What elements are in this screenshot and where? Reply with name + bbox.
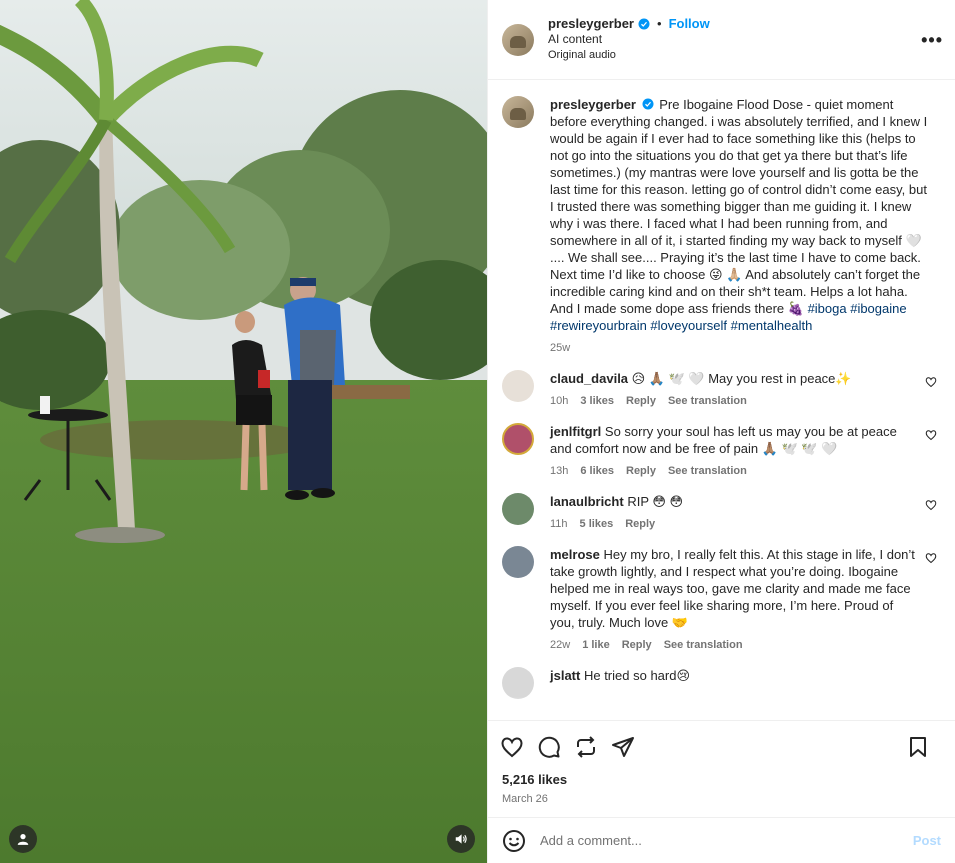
original-audio-link[interactable]: Original audio <box>548 49 710 63</box>
post-header: presleygerber • Follow AI content Origin… <box>488 0 955 80</box>
comment-icon[interactable] <box>537 735 561 759</box>
heart-icon[interactable] <box>500 735 524 759</box>
verified-icon <box>638 18 650 30</box>
action-bar <box>488 720 955 772</box>
post-comment-button[interactable]: Post <box>913 833 941 848</box>
audio-toggle-button[interactable] <box>447 825 475 853</box>
comment-item: jslatt He tried so hard😢 <box>502 667 941 699</box>
comment-username[interactable]: jenlfitgrl <box>550 424 601 439</box>
post-caption: presleygerber Pre Ibogaine Flood Dose - … <box>502 96 941 354</box>
comment-likes[interactable]: 1 like <box>582 639 610 651</box>
commenter-avatar[interactable] <box>502 423 534 455</box>
comment-likes[interactable]: 3 likes <box>580 395 614 407</box>
ai-content-label[interactable]: AI content <box>548 32 710 47</box>
user-tag-button[interactable] <box>9 825 37 853</box>
post-media-video[interactable] <box>0 0 487 863</box>
caption-timestamp[interactable]: 25w <box>550 342 570 354</box>
comment-username[interactable]: claud_davila <box>550 371 628 386</box>
scroll-fade <box>488 696 955 720</box>
commenter-avatar[interactable] <box>502 546 534 578</box>
caption-body: presleygerber Pre Ibogaine Flood Dose - … <box>550 96 930 334</box>
caption-author-avatar[interactable] <box>502 96 534 128</box>
video-frame-image <box>0 0 487 863</box>
post-dialog: presleygerber • Follow AI content Origin… <box>0 0 955 863</box>
more-icon[interactable]: ••• <box>921 30 943 51</box>
comment-composer: Add a comment... Post <box>488 817 955 863</box>
heart-icon[interactable] <box>925 499 937 511</box>
audio-icon <box>455 834 467 844</box>
post-side-panel: presleygerber • Follow AI content Origin… <box>487 0 955 863</box>
heart-icon[interactable] <box>925 429 937 441</box>
emoji-icon[interactable] <box>502 829 526 853</box>
bookmark-icon[interactable] <box>906 735 930 759</box>
verified-icon <box>642 98 654 110</box>
comment-item: jenlfitgrl So sorry your soul has left u… <box>502 423 941 477</box>
comment-time[interactable]: 13h <box>550 465 568 477</box>
caption-text: Pre Ibogaine Flood Dose - quiet moment b… <box>550 97 928 316</box>
separator-dot: • <box>657 16 662 31</box>
comment-text: 😥 🙏🏽 🕊️ 🤍 May you rest in peace✨ <box>631 371 852 386</box>
reply-button[interactable]: Reply <box>626 395 656 407</box>
user-tag-icon <box>17 834 29 845</box>
comment-input[interactable]: Add a comment... <box>540 833 642 848</box>
send-icon[interactable] <box>611 735 635 759</box>
commenter-avatar[interactable] <box>502 667 534 699</box>
author-username[interactable]: presleygerber <box>548 16 634 32</box>
comment-username[interactable]: jslatt <box>550 668 580 683</box>
reply-button[interactable]: Reply <box>622 639 652 651</box>
comment-time[interactable]: 11h <box>550 518 568 530</box>
comment-text: Hey my bro, I really felt this. At this … <box>550 547 915 630</box>
reply-button[interactable]: Reply <box>626 465 656 477</box>
commenter-avatar[interactable] <box>502 493 534 525</box>
heart-icon[interactable] <box>925 376 937 388</box>
comment-item: melrose Hey my bro, I really felt this. … <box>502 546 941 651</box>
caption-username[interactable]: presleygerber <box>550 97 636 112</box>
comment-text: He tried so hard😢 <box>583 668 691 683</box>
heart-icon[interactable] <box>925 552 937 564</box>
comment-username[interactable]: melrose <box>550 547 600 562</box>
follow-button[interactable]: Follow <box>669 16 710 32</box>
share-icon[interactable] <box>574 735 598 759</box>
comment-likes[interactable]: 5 likes <box>580 518 614 530</box>
comment-text: RIP 😳 😳 <box>627 494 684 509</box>
reply-button[interactable]: Reply <box>625 518 655 530</box>
comment-username[interactable]: lanaulbricht <box>550 494 624 509</box>
see-translation-button[interactable]: See translation <box>668 395 747 407</box>
comment-item: lanaulbricht RIP 😳 😳 11h 5 likes Reply <box>502 493 941 530</box>
author-avatar[interactable] <box>502 23 534 56</box>
see-translation-button[interactable]: See translation <box>664 639 743 651</box>
post-date[interactable]: March 26 <box>488 787 955 805</box>
comment-item: claud_davila 😥 🙏🏽 🕊️ 🤍 May you rest in p… <box>502 370 941 407</box>
comments-list[interactable]: presleygerber Pre Ibogaine Flood Dose - … <box>488 80 955 720</box>
commenter-avatar[interactable] <box>502 370 534 402</box>
comment-likes[interactable]: 6 likes <box>580 465 614 477</box>
comment-time[interactable]: 22w <box>550 639 570 651</box>
comment-text: So sorry your soul has left us may you b… <box>550 424 897 456</box>
likes-count[interactable]: 5,216 likes <box>488 772 955 787</box>
see-translation-button[interactable]: See translation <box>668 465 747 477</box>
comment-time[interactable]: 10h <box>550 395 568 407</box>
